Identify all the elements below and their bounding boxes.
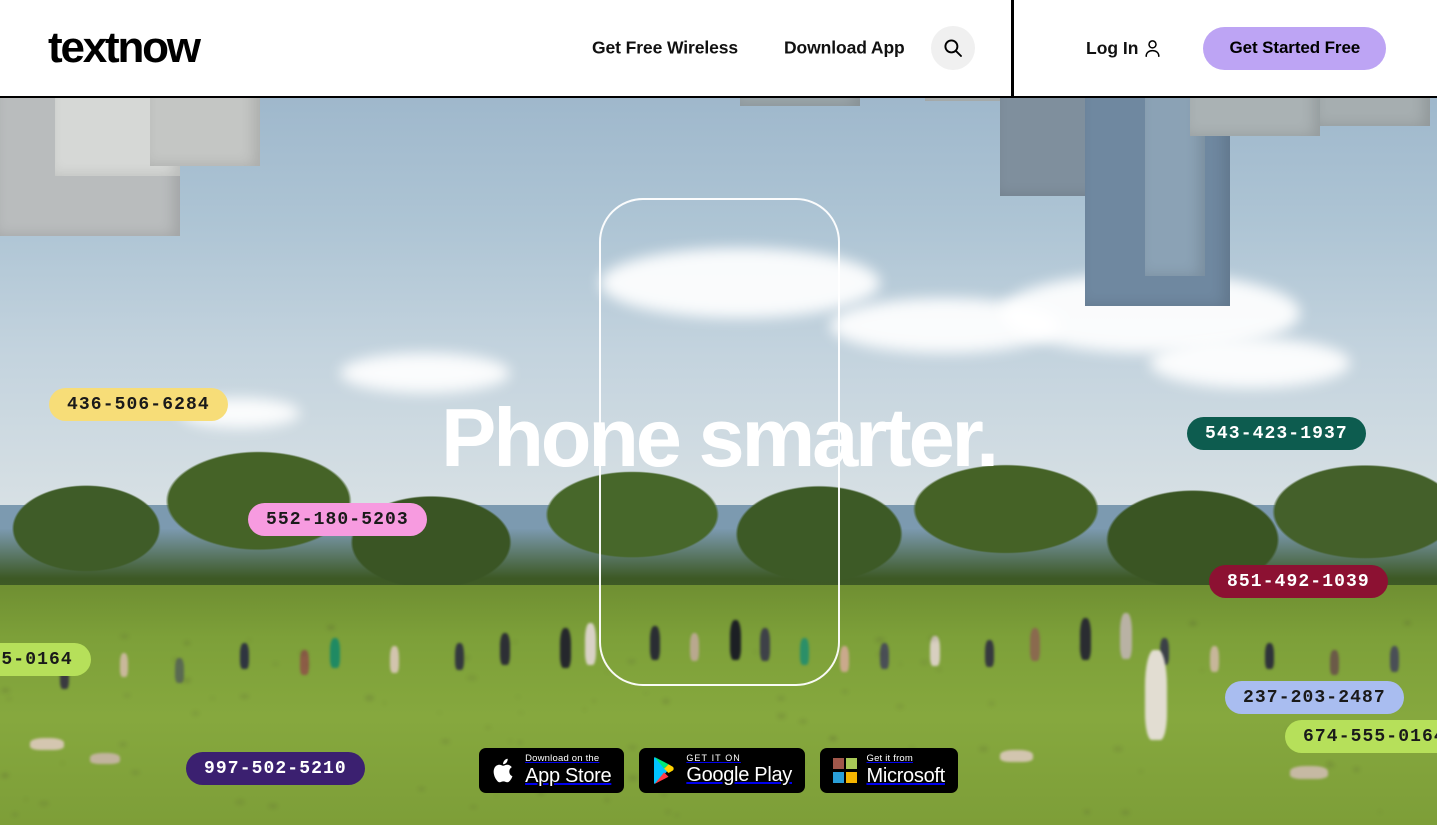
get-started-free-button[interactable]: Get Started Free — [1203, 27, 1386, 70]
apple-icon — [492, 757, 516, 785]
nav-download-app[interactable]: Download App — [784, 38, 905, 59]
microsoft-badge-line1: Get it from — [866, 754, 944, 764]
phone-number-pill: 436-506-6284 — [49, 388, 228, 421]
app-store-badge[interactable]: Download on the App Store — [479, 748, 624, 793]
primary-nav: Get Free Wireless Download App — [592, 38, 905, 59]
app-store-badge-line2: App Store — [525, 765, 611, 787]
site-header: textnow Get Free Wireless Download App L… — [0, 0, 1437, 98]
google-play-badge-line2: Google Play — [686, 764, 792, 786]
search-icon — [943, 38, 963, 58]
header-right-section: Log In Get Started Free — [1014, 0, 1437, 96]
login-label: Log In — [1086, 38, 1138, 59]
microsoft-badge-line2: Microsoft — [866, 765, 944, 787]
textnow-logo[interactable]: textnow — [48, 26, 199, 70]
app-store-badge-line1: Download on the — [525, 754, 611, 764]
google-play-icon — [652, 757, 677, 784]
phone-number-pill: 552-180-5203 — [248, 503, 427, 536]
google-play-badge-line1: GET IT ON — [686, 754, 792, 764]
google-play-badge[interactable]: GET IT ON Google Play — [639, 748, 805, 793]
search-button[interactable] — [931, 26, 975, 70]
nav-get-free-wireless[interactable]: Get Free Wireless — [592, 38, 738, 59]
phone-number-pill: 543-423-1937 — [1187, 417, 1366, 450]
phone-number-pill: 851-492-1039 — [1209, 565, 1388, 598]
microsoft-icon — [833, 758, 858, 783]
login-link[interactable]: Log In — [1086, 38, 1161, 59]
store-badges: Download on the App Store GET IT ON Goog… — [0, 748, 1437, 793]
user-icon — [1144, 39, 1161, 58]
header-left-section: textnow Get Free Wireless Download App — [0, 0, 1014, 96]
hero-section: Phone smarter. 436-506-6284 552-180-5203 5… — [0, 98, 1437, 825]
phone-number-pill: 855-555-0164 — [0, 643, 91, 676]
phone-number-pill: 237-203-2487 — [1225, 681, 1404, 714]
microsoft-store-badge[interactable]: Get it from Microsoft — [820, 748, 958, 793]
